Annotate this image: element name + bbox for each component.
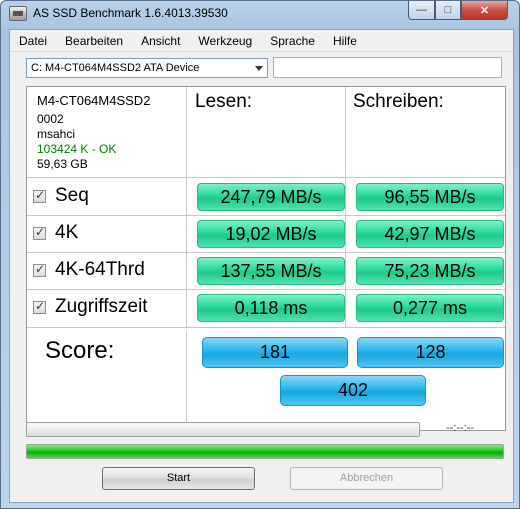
app-window: AS SSD Benchmark 1.6.4013.39530 — □ ✕ Da… <box>0 0 520 509</box>
score-read: 181 <box>202 337 348 368</box>
close-button[interactable]: ✕ <box>461 1 508 20</box>
row-zugriffszeit[interactable]: Zugriffszeit <box>33 296 148 318</box>
drive-select[interactable]: C: M4-CT064M4SSD2 ATA Device <box>26 58 268 78</box>
maximize-button[interactable]: □ <box>435 1 461 20</box>
zugriffszeit-label: Zugriffszeit <box>55 296 148 317</box>
cancel-button[interactable]: Abbrechen <box>290 467 443 490</box>
4k-64thrd-checkbox[interactable] <box>33 262 46 277</box>
score-write: 128 <box>357 337 504 368</box>
4k-label: 4K <box>55 222 79 243</box>
zugriffszeit-read-result: 0,118 ms <box>197 294 345 322</box>
menu-bearbeiten[interactable]: Bearbeiten <box>56 30 132 52</box>
minimize-button[interactable]: — <box>408 1 435 20</box>
results-panel: M4-CT064M4SSD2 0002 msahci 103424 K - OK… <box>26 86 506 431</box>
4k-write-result: 42,97 MB/s <box>356 220 504 248</box>
driver-name: msahci <box>37 127 76 141</box>
window-title: AS SSD Benchmark 1.6.4013.39530 <box>33 6 228 20</box>
seq-read-result: 247,79 MB/s <box>197 183 345 211</box>
drive-size: 59,63 GB <box>37 157 88 171</box>
overall-progress-bar <box>26 444 504 459</box>
zugriffszeit-write-result: 0,277 ms <box>356 294 504 322</box>
test-progress-bar <box>26 422 420 437</box>
4k-64thrd-label: 4K-64Thrd <box>55 259 145 280</box>
start-button[interactable]: Start <box>102 467 255 490</box>
drive-select-value: C: M4-CT064M4SSD2 ATA Device <box>31 62 200 74</box>
elapsed-time: --:--:-- <box>446 422 475 434</box>
device-info: M4-CT064M4SSD2 0002 msahci 103424 K - OK… <box>37 93 150 172</box>
row-seq[interactable]: Seq <box>33 185 89 207</box>
menu-sprache[interactable]: Sprache <box>261 30 324 52</box>
seq-label: Seq <box>55 185 89 206</box>
menu-werkzeug[interactable]: Werkzeug <box>189 30 261 52</box>
write-column-header: Schreiben: <box>353 91 444 112</box>
4k-64thrd-write-result: 75,23 MB/s <box>356 257 504 285</box>
seq-write-result: 96,55 MB/s <box>356 183 504 211</box>
menu-hilfe[interactable]: Hilfe <box>324 30 366 52</box>
seq-checkbox[interactable] <box>33 188 46 203</box>
score-total: 402 <box>280 375 426 406</box>
device-name: M4-CT064M4SSD2 <box>37 93 151 108</box>
zugriffszeit-checkbox[interactable] <box>33 299 46 314</box>
read-column-header: Lesen: <box>195 91 253 112</box>
firmware-version: 0002 <box>37 112 64 126</box>
menu-bar: Datei Bearbeiten Ansicht Werkzeug Sprach… <box>10 30 513 52</box>
drive-icon <box>9 6 27 21</box>
4k-read-result: 19,02 MB/s <box>197 220 345 248</box>
4k-64thrd-read-result: 137,55 MB/s <box>197 257 345 285</box>
menu-ansicht[interactable]: Ansicht <box>132 30 189 52</box>
row-4k[interactable]: 4K <box>33 222 78 244</box>
chevron-down-icon[interactable] <box>255 66 263 71</box>
alignment-status: 103424 K - OK <box>37 142 117 156</box>
menu-datei[interactable]: Datei <box>10 30 56 52</box>
info-field <box>273 57 502 78</box>
score-label: Score: <box>45 337 115 364</box>
client-area: Datei Bearbeiten Ansicht Werkzeug Sprach… <box>9 29 514 503</box>
4k-checkbox[interactable] <box>33 225 46 240</box>
row-4k-64thrd[interactable]: 4K-64Thrd <box>33 259 145 281</box>
overall-progress-fill <box>27 445 503 458</box>
